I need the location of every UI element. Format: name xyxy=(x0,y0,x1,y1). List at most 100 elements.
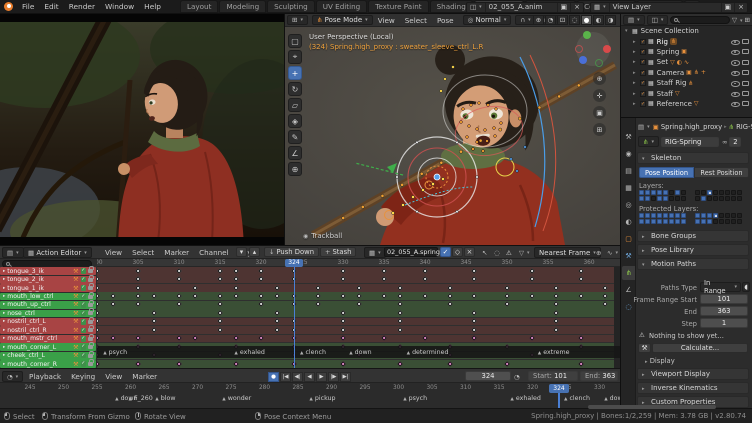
protected-layer-cell[interactable] xyxy=(651,213,656,218)
key-row-mouth-mstr-ctrl[interactable] xyxy=(97,334,620,343)
layer-cell[interactable] xyxy=(651,190,656,195)
keyframe[interactable] xyxy=(274,284,281,291)
hide-eye-icon[interactable] xyxy=(731,69,740,77)
channel-tongue-3-ik[interactable]: ▸ tongue_3_ik ⚒ ✓ xyxy=(0,266,96,276)
disclosure-icon[interactable]: ▸ xyxy=(633,70,640,76)
tool-measure[interactable]: ∠ xyxy=(288,146,302,160)
breadcrumb-object[interactable]: Spring.high_proxy xyxy=(661,123,722,131)
layer-cell[interactable] xyxy=(651,196,656,201)
channel-tongue-2-ik[interactable]: ▸ tongue_2_ik ⚒ ✓ xyxy=(0,274,96,284)
new-view-layer-icon[interactable]: ▣ xyxy=(722,2,736,12)
channel-enable-checkbox[interactable]: ✓ xyxy=(80,285,86,291)
keyframe[interactable] xyxy=(233,276,240,283)
expand-icon[interactable]: ▸ xyxy=(3,286,5,291)
keyframe[interactable] xyxy=(340,276,347,283)
close-scene-icon[interactable]: × xyxy=(571,3,583,12)
channel-enable-checkbox[interactable]: ✓ xyxy=(80,310,86,317)
keyframe[interactable] xyxy=(528,293,535,300)
keyframe[interactable] xyxy=(471,318,478,325)
protected-layer-cell[interactable] xyxy=(675,219,680,224)
channel-nose-ctrl[interactable]: ▸ nose_ctrl ⚒ ✓ xyxy=(0,308,96,318)
lock-icon[interactable] xyxy=(88,274,94,282)
keyframe[interactable] xyxy=(97,335,101,342)
outliner-item-camera[interactable]: ▸ ✓ ▦ Camera ▣ ⋔ + xyxy=(621,68,752,78)
keyframe[interactable] xyxy=(397,360,404,367)
paths-type-toggle[interactable]: ◖ xyxy=(742,282,750,292)
modifier-wrench-icon[interactable]: ⚒ xyxy=(73,352,78,359)
keyframe[interactable] xyxy=(422,267,429,274)
hide-eye-icon[interactable] xyxy=(731,79,740,87)
channel-enable-checkbox[interactable]: ✓ xyxy=(80,293,86,300)
unlink-action-icon[interactable]: × xyxy=(464,247,475,257)
lock-icon[interactable] xyxy=(88,291,94,299)
keyframe[interactable] xyxy=(446,284,453,291)
keyframe[interactable] xyxy=(356,293,363,300)
marker-psych[interactable]: psych xyxy=(103,349,127,356)
layer-cell[interactable] xyxy=(719,190,724,195)
outliner-search-input[interactable] xyxy=(670,15,731,24)
keyframe[interactable] xyxy=(217,293,224,300)
layer-cell[interactable] xyxy=(701,196,706,201)
tool-cursor[interactable]: ⌖ xyxy=(288,50,302,64)
keyframe[interactable] xyxy=(504,360,511,367)
channel-enable-checkbox[interactable]: ✓ xyxy=(80,302,86,308)
keyframe[interactable] xyxy=(553,284,560,291)
new-collection-icon[interactable]: ⊞ xyxy=(745,16,750,24)
channel-mouth-corner-l[interactable]: ▸ mouth_corner_L ⚒ ✓ xyxy=(0,342,96,352)
expand-icon[interactable]: ▸ xyxy=(3,311,5,316)
disclosure-icon[interactable]: ▸ xyxy=(633,80,640,86)
keyframe[interactable] xyxy=(217,326,224,333)
protected-layers-grid-right[interactable] xyxy=(695,213,742,224)
properties-tab-modifiers[interactable]: ⚒ xyxy=(622,249,635,263)
expand-icon[interactable]: ▸ xyxy=(3,269,5,274)
keyframe[interactable] xyxy=(340,360,347,367)
view-layer-selector[interactable]: ▦ ▾ View Layer ▣ × xyxy=(590,1,748,13)
timeline-menu-keying[interactable]: Keying xyxy=(66,372,100,381)
disclosure-icon[interactable]: ▸ xyxy=(633,49,640,55)
channel-enable-checkbox[interactable]: ✓ xyxy=(80,336,86,342)
keyframe[interactable] xyxy=(504,284,511,291)
paths-type-dropdown[interactable]: In Range ▾ xyxy=(700,279,741,295)
keyframe[interactable] xyxy=(471,326,478,333)
keyframe[interactable] xyxy=(192,293,199,300)
keyframe[interactable] xyxy=(553,301,560,308)
keyframe[interactable] xyxy=(217,310,224,316)
keyframe[interactable] xyxy=(553,293,560,300)
outliner-item-set[interactable]: ▸ ✓ ▦ Set ▽ ◐ ∿ xyxy=(621,57,752,67)
outliner-filter-mode[interactable]: ◫ ▾ xyxy=(646,14,669,25)
new-scene-icon[interactable]: ▣ xyxy=(558,2,572,12)
pointer-icon[interactable]: ↖ xyxy=(482,247,487,258)
keyframe[interactable] xyxy=(176,301,183,308)
link-icon[interactable]: ∞ xyxy=(722,138,727,146)
disclosure-icon[interactable]: ▸ xyxy=(633,39,640,45)
keyframe[interactable] xyxy=(315,284,322,291)
action-name-field[interactable]: 02_055_A.spring xyxy=(384,247,440,257)
keyframe[interactable] xyxy=(233,360,240,367)
protected-layer-cell[interactable] xyxy=(657,219,662,224)
keyframe[interactable] xyxy=(176,293,183,300)
protected-layer-cell[interactable] xyxy=(681,219,686,224)
keyframe[interactable] xyxy=(577,293,584,300)
expand-icon[interactable]: ▸ xyxy=(3,328,5,333)
shield-icon[interactable]: ◇ xyxy=(452,247,463,257)
keyframe[interactable] xyxy=(151,318,158,325)
editor-type-button[interactable]: ⊞ ▾ xyxy=(287,15,308,25)
keyframe[interactable] xyxy=(233,335,240,342)
tool-rotate[interactable]: ↻ xyxy=(288,82,302,96)
timeline-menu-marker[interactable]: Marker xyxy=(127,372,162,381)
show-overlays-icon[interactable]: ◔ xyxy=(545,15,556,25)
filter-icon[interactable]: ▽ ▾ xyxy=(732,16,743,24)
frame-start-field[interactable]: Start: 101 xyxy=(528,371,578,381)
layer-cell[interactable] xyxy=(681,196,686,201)
keyframe[interactable] xyxy=(97,326,101,333)
close-view-layer-icon[interactable]: × xyxy=(735,3,747,12)
scene-selector[interactable]: ◫ ▾ 02_055_A.anim ▣ × xyxy=(466,1,584,13)
scene-name[interactable]: 02_055_A.anim xyxy=(486,2,558,12)
keyframe-area[interactable]: psych exhaled clench down determined extreme xyxy=(97,267,620,368)
keyframe[interactable] xyxy=(340,267,347,274)
menu-help[interactable]: Help xyxy=(139,2,166,11)
axis-x-icon[interactable] xyxy=(603,45,611,53)
curve-easing-icon[interactable]: ∿ ▾ xyxy=(607,247,618,258)
checkbox-icon[interactable]: ✓ xyxy=(640,69,646,76)
layer-cell[interactable] xyxy=(639,190,644,195)
